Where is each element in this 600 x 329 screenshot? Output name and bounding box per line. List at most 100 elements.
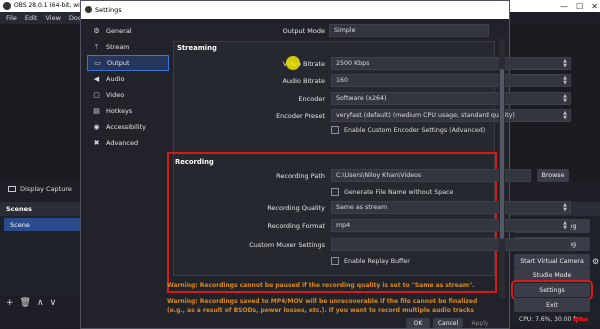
- recording-path-value: C:\Users\Niloy Khan\Videos: [336, 172, 422, 179]
- nav-label: Audio: [106, 75, 125, 83]
- spin-arrows-icon[interactable]: ▲ ▼: [563, 202, 567, 213]
- menu-view[interactable]: View: [45, 14, 60, 22]
- settings-button[interactable]: Settings: [511, 280, 593, 300]
- nav-label: Hotkeys: [106, 107, 133, 115]
- nav-audio[interactable]: ◀ Audio: [87, 71, 169, 87]
- menu-edit[interactable]: Edit: [25, 14, 38, 22]
- nav-accessibility[interactable]: ◉ Accessibility: [87, 119, 169, 135]
- cursor-highlight: [286, 56, 300, 70]
- scrollbar-thumb[interactable]: [500, 69, 504, 239]
- keyboard-icon: ▤: [93, 107, 100, 115]
- no-space-label: Generate File Name without Space: [344, 188, 454, 196]
- nav-hotkeys[interactable]: ▤ Hotkeys: [87, 103, 169, 119]
- obs-logo-icon: [3, 2, 11, 10]
- recording-format-select[interactable]: mp4 ▲ ▼: [331, 219, 571, 232]
- checkbox-box[interactable]: [331, 257, 339, 265]
- encoder-preset-value: veryfast (default) (medium CPU usage, st…: [336, 112, 515, 119]
- spin-arrows-icon[interactable]: ▲ ▼: [563, 75, 567, 86]
- audio-bitrate-label: Audio Bitrate: [282, 77, 325, 85]
- nav-general[interactable]: ⚙ General: [87, 23, 169, 39]
- source-label: Display Capture: [20, 185, 72, 193]
- recording-indicator: [574, 318, 588, 321]
- move-down-icon[interactable]: ∨: [50, 298, 57, 308]
- monitor-icon: ▢: [93, 91, 100, 99]
- menu-file[interactable]: File: [6, 14, 17, 22]
- recording-path-label: Recording Path: [276, 172, 325, 180]
- output-icon: ▭: [94, 59, 101, 67]
- status-bar: CPU: 7.6%, 30.00 fps: [519, 316, 583, 323]
- settings-scrollbar[interactable]: [499, 39, 505, 299]
- video-bitrate-label: Video Bitrate: [282, 60, 325, 68]
- nav-label: Output: [107, 59, 130, 67]
- spin-arrows-icon[interactable]: ▲ ▼: [563, 220, 567, 231]
- gear-icon: ⚙: [93, 27, 100, 35]
- obs-logo-icon: [85, 6, 92, 13]
- move-up-icon[interactable]: ∧: [37, 298, 44, 308]
- close-button[interactable]: ✕: [591, 2, 598, 11]
- virtual-camera-gear-icon[interactable]: ⚙: [592, 257, 600, 266]
- audio-bitrate-select[interactable]: 160 ▲ ▼: [331, 74, 571, 87]
- recording-quality-select[interactable]: Same as stream ▲ ▼: [331, 201, 571, 214]
- speaker-icon: ◀: [93, 75, 100, 83]
- video-bitrate-spinbox[interactable]: 2500 Kbps ▲ ▼: [331, 57, 571, 70]
- custom-muxer-label: Custom Muxer Settings: [249, 241, 325, 249]
- display-capture-icon: [8, 186, 16, 192]
- settings-dialog: Settings ⚙ General ᛘ Stream ▭ Output ◀ A…: [80, 0, 571, 329]
- recording-quality-label: Recording Quality: [267, 204, 325, 212]
- nav-video[interactable]: ▢ Video: [87, 87, 169, 103]
- obs-menubar: File Edit View Docks: [0, 12, 90, 24]
- encoder-preset-select[interactable]: veryfast (default) (medium CPU usage, st…: [331, 109, 571, 122]
- nav-label: General: [106, 27, 132, 35]
- remove-scene-icon[interactable]: 🗑: [20, 298, 31, 308]
- maximize-button[interactable]: ☐: [576, 2, 583, 11]
- browse-button[interactable]: Browse: [537, 169, 569, 182]
- encoder-preset-label: Encoder Preset: [276, 112, 325, 120]
- streaming-title: Streaming: [177, 44, 217, 52]
- encoder-select[interactable]: Software (x264) ▲ ▼: [331, 92, 571, 105]
- studio-mode-button[interactable]: Studio Mode: [514, 268, 590, 282]
- settings-nav: ⚙ General ᛘ Stream ▭ Output ◀ Audio ▢ Vi…: [87, 23, 169, 323]
- audio-bitrate-value: 160: [336, 77, 349, 84]
- sources-bar[interactable]: Display Capture: [0, 182, 92, 196]
- tools-icon: ✖: [93, 139, 100, 147]
- checkbox-box[interactable]: [331, 126, 339, 134]
- minimize-button[interactable]: —: [560, 2, 568, 11]
- nav-label: Video: [106, 91, 125, 99]
- spin-arrows-icon[interactable]: ▲ ▼: [563, 110, 567, 121]
- recording-title: Recording: [175, 158, 214, 166]
- spin-arrows-icon[interactable]: ▲ ▼: [563, 58, 567, 69]
- accessibility-icon: ◉: [93, 123, 100, 131]
- recording-format-label: Recording Format: [267, 222, 325, 230]
- apply-button[interactable]: Apply: [466, 318, 494, 328]
- nav-label: Accessibility: [106, 123, 146, 131]
- cancel-button[interactable]: Cancel: [433, 318, 463, 328]
- encoder-label: Encoder: [298, 95, 325, 103]
- settings-title: Settings: [95, 6, 122, 14]
- output-mode-select[interactable]: Simple: [329, 24, 489, 37]
- add-scene-icon[interactable]: +: [6, 298, 14, 308]
- nav-advanced[interactable]: ✖ Advanced: [87, 135, 169, 151]
- start-virtual-camera-button[interactable]: Start Virtual Camera: [514, 254, 590, 268]
- nav-stream[interactable]: ᛘ Stream: [87, 39, 169, 55]
- custom-muxer-input[interactable]: [331, 238, 571, 251]
- video-bitrate-value: 2500 Kbps: [336, 60, 370, 67]
- no-space-checkbox[interactable]: Generate File Name without Space: [331, 188, 453, 196]
- output-mode-label: Output Mode: [282, 27, 325, 35]
- custom-encoder-label: Enable Custom Encoder Settings (Advanced…: [344, 126, 486, 134]
- replay-buffer-checkbox[interactable]: Enable Replay Buffer: [331, 257, 410, 265]
- nav-output[interactable]: ▭ Output: [87, 55, 169, 71]
- custom-encoder-checkbox[interactable]: Enable Custom Encoder Settings (Advanced…: [331, 126, 485, 134]
- scene-item[interactable]: Scene: [4, 218, 82, 231]
- settings-titlebar: Settings: [81, 1, 509, 19]
- nav-label: Advanced: [106, 139, 139, 147]
- exit-button[interactable]: Exit: [514, 298, 590, 312]
- recording-format-value: mp4: [336, 222, 351, 229]
- antenna-icon: ᛘ: [94, 43, 99, 51]
- replay-buffer-label: Enable Replay Buffer: [344, 257, 410, 265]
- ok-button[interactable]: OK: [406, 318, 430, 328]
- spin-arrows-icon[interactable]: ▲ ▼: [563, 93, 567, 104]
- pause-warning: Warning: Recordings cannot be paused if …: [167, 282, 475, 289]
- checkbox-box[interactable]: [331, 188, 339, 196]
- nav-label: Stream: [106, 43, 130, 51]
- output-settings-panel: Output Mode Simple Streaming Video Bitra…: [167, 19, 571, 329]
